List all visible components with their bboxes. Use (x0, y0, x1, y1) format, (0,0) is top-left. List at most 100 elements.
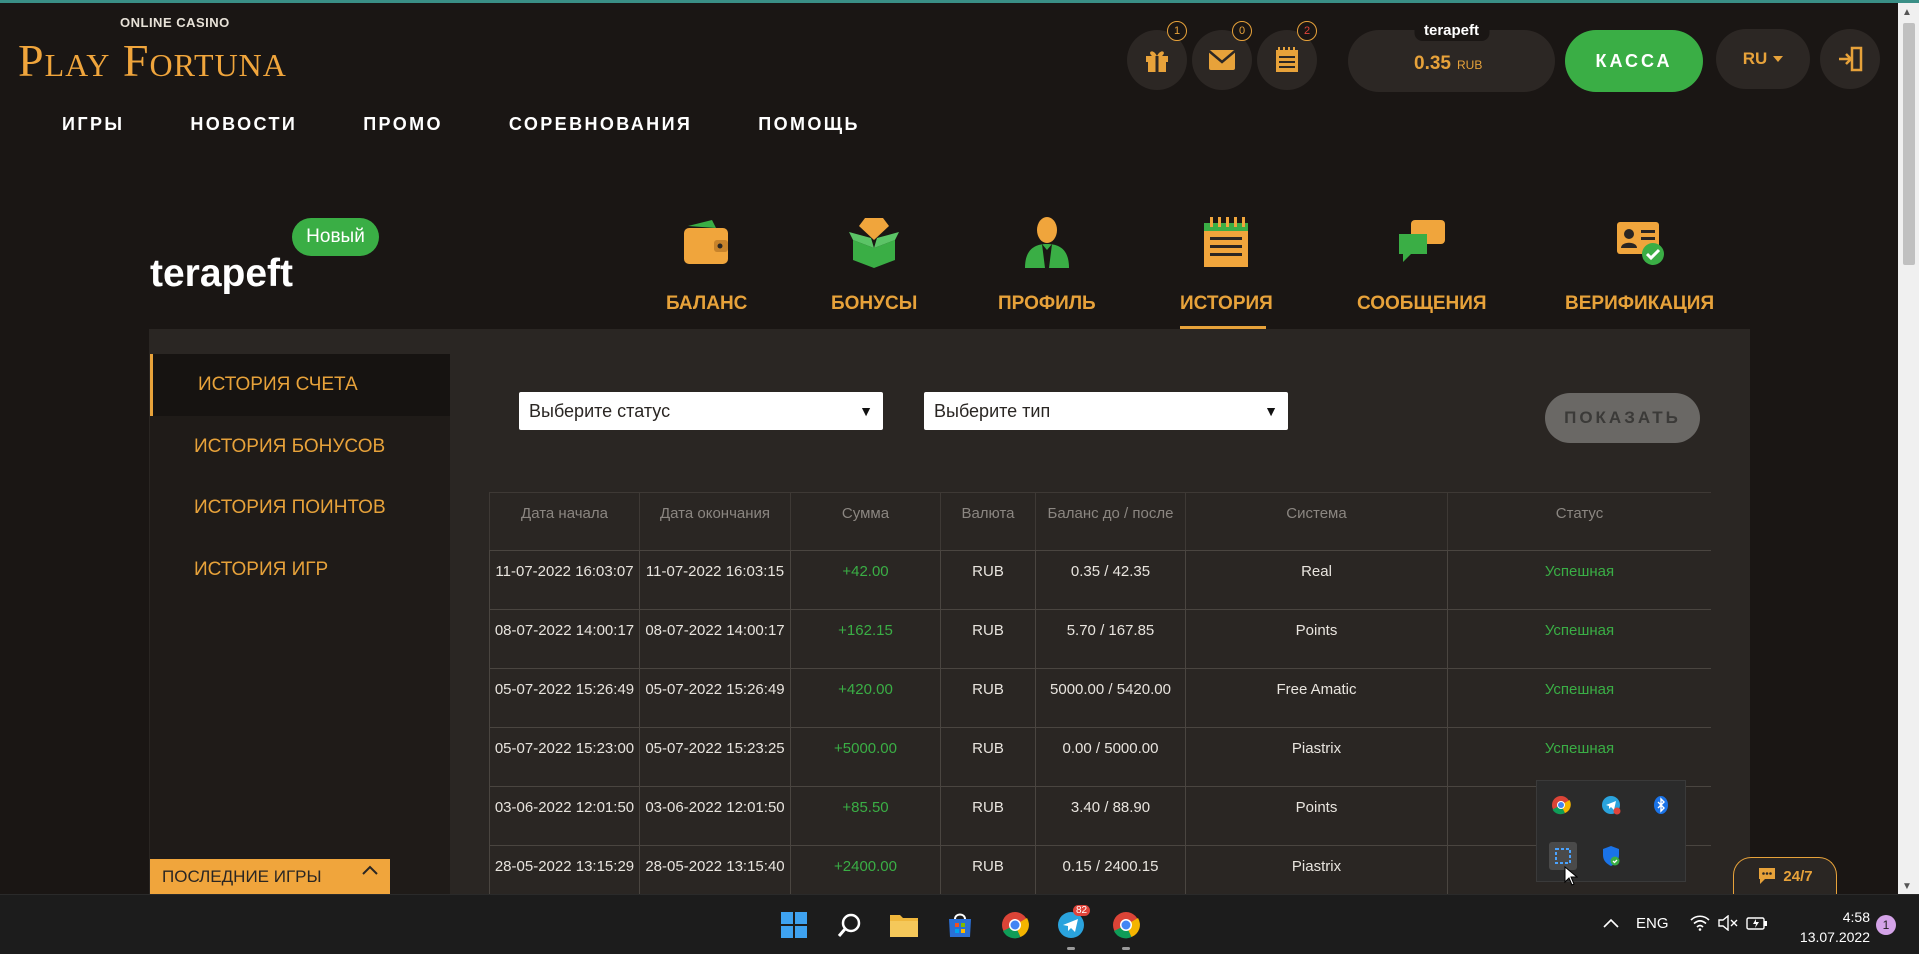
clock-date: 13.07.2022 (1799, 929, 1870, 945)
dropdown-arrow-icon: ▼ (859, 403, 873, 419)
cell-balance: 0.15 / 2400.15 (1035, 845, 1186, 894)
scroll-thumb[interactable] (1903, 23, 1915, 265)
last-games-toggle[interactable]: ПОСЛЕДНИЕ ИГРЫ (150, 859, 390, 894)
tab-balance[interactable]: БАЛАНС (666, 212, 747, 315)
chat-icon (1759, 868, 1776, 884)
windows-security-icon[interactable] (1599, 844, 1623, 868)
chevron-up-icon[interactable] (1603, 915, 1619, 933)
gift-button[interactable]: 1 (1127, 21, 1187, 90)
column-header: Сумма (790, 492, 941, 551)
gift-count-badge: 1 (1167, 21, 1187, 41)
mail-icon (1208, 50, 1236, 70)
logout-button[interactable] (1820, 29, 1880, 89)
chrome-icon[interactable] (1110, 909, 1142, 941)
transactions-table: Дата начала Дата окончания Сумма Валюта … (489, 492, 1711, 894)
cell-start: 05-07-2022 15:23:00 (489, 727, 640, 787)
telegram-icon[interactable]: 82 (1055, 905, 1091, 941)
windows-start-icon[interactable] (778, 909, 810, 941)
wifi-icon[interactable] (1690, 915, 1710, 936)
cell-amount: +42.00 (790, 550, 941, 610)
tab-verification[interactable]: ВЕРИФИКАЦИЯ (1565, 212, 1714, 315)
cell-cur: RUB (940, 845, 1036, 894)
running-indicator (1122, 947, 1130, 950)
running-indicator (1067, 947, 1075, 950)
cell-amount: +420.00 (790, 668, 941, 728)
speaker-muted-icon[interactable] (1718, 914, 1738, 936)
language-selector[interactable]: RU (1716, 29, 1810, 89)
cell-system: Free Amatic (1185, 668, 1448, 728)
cell-status: Успешная (1447, 668, 1711, 728)
caret-down-icon (1773, 56, 1784, 62)
mouse-cursor-icon (1564, 866, 1578, 886)
nav-help[interactable]: ПОМОЩЬ (758, 114, 860, 135)
cashier-button[interactable]: КАССА (1565, 30, 1703, 92)
cell-system: Points (1185, 786, 1448, 846)
cell-start: 08-07-2022 14:00:17 (489, 609, 640, 669)
cell-start: 11-07-2022 16:03:07 (489, 550, 640, 610)
dropdown-arrow-icon: ▼ (1264, 403, 1278, 419)
cell-status: Успешная (1447, 609, 1711, 669)
tab-history[interactable]: ИСТОРИЯ (1180, 212, 1273, 315)
support-chat-button[interactable]: 24/7 (1733, 857, 1837, 894)
site-logo[interactable]: ONLINE CASINO Play Fortuna (18, 12, 348, 86)
scroll-down-arrow-icon[interactable]: ▼ (1902, 881, 1912, 892)
sidebar-item-games-history[interactable]: ИСТОРИЯ ИГР (150, 539, 450, 601)
status-select[interactable]: Выберите статус ▼ (519, 392, 883, 430)
microsoft-store-icon[interactable] (944, 909, 976, 941)
scroll-up-arrow-icon[interactable]: ▲ (1902, 7, 1912, 18)
tab-messages[interactable]: СООБЩЕНИЯ (1357, 212, 1487, 315)
wallet-icon (683, 220, 728, 264)
column-header: Дата окончания (639, 492, 791, 551)
sidebar-item-points-history[interactable]: ИСТОРИЯ ПОИНТОВ (150, 477, 450, 539)
chrome-icon[interactable] (999, 909, 1031, 941)
gift-box-icon (849, 218, 900, 268)
last-games-label: ПОСЛЕДНИЕ ИГРЫ (162, 866, 322, 886)
bluetooth-icon[interactable] (1649, 793, 1673, 817)
cell-end: 28-05-2022 13:15:40 (639, 845, 791, 894)
page-scrollbar[interactable]: ▲ ▼ (1898, 3, 1919, 894)
tab-label: ИСТОРИЯ (1180, 293, 1273, 314)
tab-profile[interactable]: ПРОФИЛЬ (998, 212, 1096, 315)
history-sidebar: ИСТОРИЯ СЧЕТА ИСТОРИЯ БОНУСОВ ИСТОРИЯ ПО… (150, 354, 450, 894)
nav-competitions[interactable]: СОРЕВНОВАНИЯ (509, 114, 692, 135)
nav-news[interactable]: НОВОСТИ (190, 114, 297, 135)
nav-promo[interactable]: ПРОМО (363, 114, 443, 135)
sidebar-item-bonus-history[interactable]: ИСТОРИЯ БОНУСОВ (150, 416, 450, 478)
table-row: 03-06-2022 12:01:50 03-06-2022 12:01:50 +8… (489, 786, 1711, 846)
battery-charging-icon[interactable] (1746, 915, 1768, 936)
mail-button[interactable]: 0 (1192, 21, 1252, 90)
language-value: RU (1742, 49, 1768, 68)
tray-overflow-popup (1536, 780, 1686, 886)
clock-time: 4:58 (1842, 909, 1870, 925)
type-select[interactable]: Выберите тип ▼ (924, 392, 1288, 430)
balance-amount: 0.35 RUB (1414, 53, 1483, 74)
search-icon[interactable] (834, 909, 866, 941)
notes-button[interactable]: 2 (1257, 21, 1317, 90)
notes-icon (1276, 47, 1298, 72)
system-clock[interactable]: 4:58 13.07.2022 (1790, 907, 1870, 947)
telegram-icon[interactable] (1599, 793, 1623, 817)
notification-badge[interactable]: 1 (1876, 915, 1896, 935)
cell-balance: 5.70 / 167.85 (1035, 609, 1186, 669)
cell-end: 05-07-2022 15:23:25 (639, 727, 791, 787)
window-top-border (0, 0, 1919, 3)
input-language[interactable]: ENG (1636, 915, 1669, 932)
cell-start: 05-07-2022 15:26:49 (489, 668, 640, 728)
logout-icon (1839, 46, 1863, 72)
sidebar-item-account-history[interactable]: ИСТОРИЯ СЧЕТА (150, 354, 450, 416)
balance-box[interactable]: terapeft 0.35 RUB (1348, 20, 1555, 92)
gift-icon (1146, 51, 1168, 72)
header-username: terapeft (1413, 20, 1490, 41)
tab-label: СООБЩЕНИЯ (1357, 293, 1487, 314)
show-button[interactable]: ПОКАЗАТЬ (1545, 393, 1700, 443)
column-header: Система (1185, 492, 1448, 551)
cell-balance: 3.40 / 88.90 (1035, 786, 1186, 846)
cell-system: Piastrix (1185, 845, 1448, 894)
nav-games[interactable]: ИГРЫ (62, 114, 124, 135)
chrome-icon[interactable] (1549, 793, 1573, 817)
logo-title: Play Fortuna (18, 35, 287, 86)
tab-label: БОНУСЫ (831, 293, 918, 314)
tab-bonuses[interactable]: БОНУСЫ (831, 212, 917, 315)
file-explorer-icon[interactable] (888, 909, 920, 941)
notes-icon (1204, 217, 1249, 267)
